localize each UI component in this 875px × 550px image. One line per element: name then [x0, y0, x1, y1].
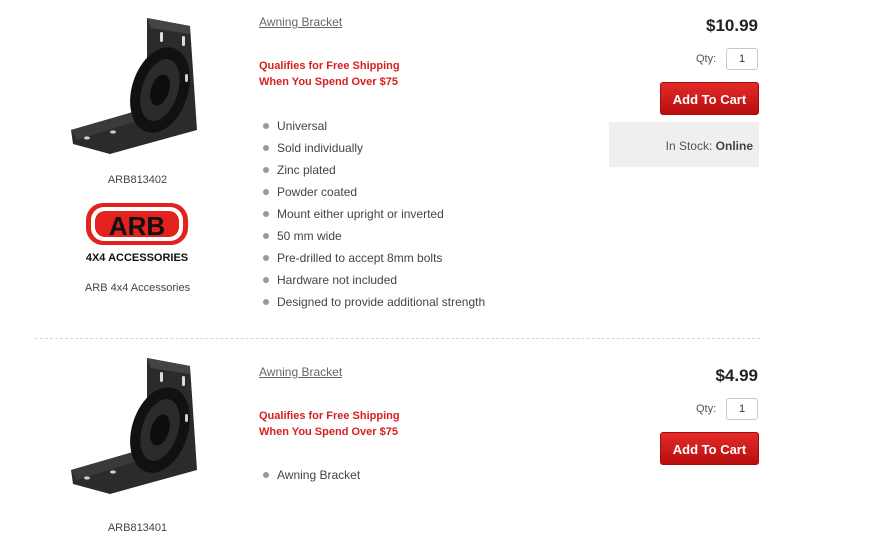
product-sku: ARB813402	[107, 174, 168, 186]
qty-input[interactable]	[726, 48, 758, 70]
feature-item: Powder coated	[262, 181, 485, 203]
product-price: $10.99	[706, 16, 758, 35]
free-shipping-notice: Qualifies for Free Shipping When You Spe…	[259, 408, 400, 440]
stock-status-box: In Stock: Online	[609, 122, 759, 167]
free-shipping-line-2: When You Spend Over $75	[259, 76, 398, 88]
add-to-cart-button[interactable]: Add To Cart	[660, 82, 759, 115]
feature-item: Zinc plated	[262, 159, 485, 181]
product-image-column: ARB813402 ARB 4X4 ACCESSORIES ARB 4x4 Ac…	[55, 0, 220, 338]
product-divider	[35, 338, 760, 339]
free-shipping-line-1: Qualifies for Free Shipping	[259, 60, 400, 72]
product-image-column: ARB813401	[55, 340, 220, 550]
feature-item: Sold individually	[262, 137, 485, 159]
product-sku: ARB813401	[107, 522, 168, 534]
feature-item: Pre-drilled to accept 8mm bolts	[262, 247, 485, 269]
arb-logo-text: ARB	[109, 211, 165, 241]
arb-logo-subtext: 4X4 ACCESSORIES	[86, 252, 188, 264]
free-shipping-notice: Qualifies for Free Shipping When You Spe…	[259, 58, 400, 90]
product-title-link[interactable]: Awning Bracket	[259, 15, 342, 29]
feature-item: Hardware not included	[262, 269, 485, 291]
feature-list: Universal Sold individually Zinc plated …	[262, 115, 485, 313]
feature-item: Mount either upright or inverted	[262, 203, 485, 225]
arb-logo[interactable]: ARB 4X4 ACCESSORIES	[81, 202, 194, 264]
qty-label: Qty:	[696, 403, 717, 415]
feature-list: Awning Bracket	[262, 464, 360, 486]
free-shipping-line-1: Qualifies for Free Shipping	[259, 410, 400, 422]
stock-value: Online	[715, 139, 753, 153]
product-card: ARB813401 Awning Bracket Qualifies for F…	[0, 340, 875, 550]
product-title-link[interactable]: Awning Bracket	[259, 365, 342, 379]
feature-item: Universal	[262, 115, 485, 137]
free-shipping-line-2: When You Spend Over $75	[259, 426, 398, 438]
product-card: ARB813402 ARB 4X4 ACCESSORIES ARB 4x4 Ac…	[0, 0, 875, 338]
brand-name: ARB 4x4 Accessories	[84, 282, 191, 294]
awning-bracket-image[interactable]	[65, 12, 210, 157]
feature-item: Awning Bracket	[262, 464, 360, 486]
feature-item: Designed to provide additional strength	[262, 291, 485, 313]
add-to-cart-button[interactable]: Add To Cart	[660, 432, 759, 465]
stock-label: In Stock:	[665, 139, 713, 153]
awning-bracket-image[interactable]	[65, 352, 210, 497]
qty-label: Qty:	[696, 53, 717, 65]
qty-input[interactable]	[726, 398, 758, 420]
feature-item: 50 mm wide	[262, 225, 485, 247]
product-price: $4.99	[715, 366, 758, 385]
